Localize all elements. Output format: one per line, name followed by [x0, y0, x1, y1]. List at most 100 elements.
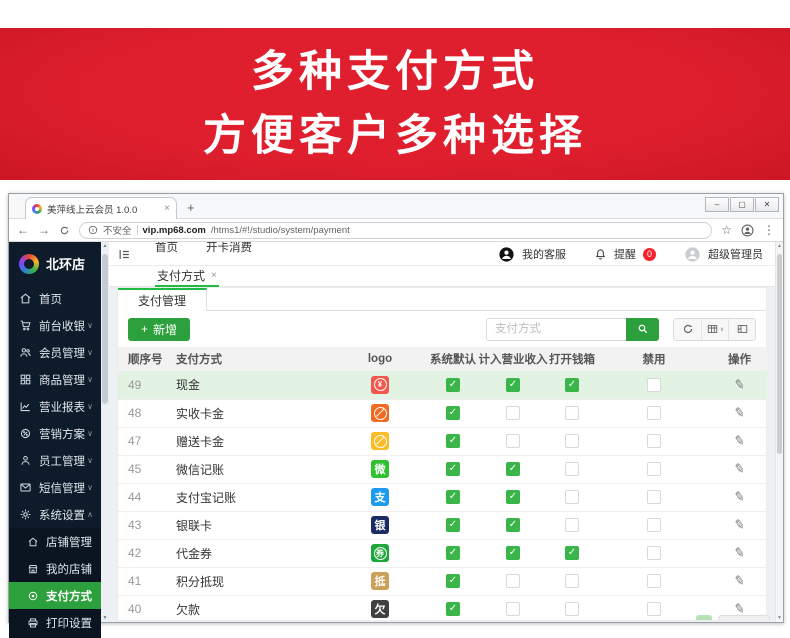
count-revenue-checkbox[interactable]: [506, 518, 520, 532]
system-default-checkbox[interactable]: [446, 574, 460, 588]
sidebar-item-2[interactable]: 会员管理∨: [9, 339, 101, 366]
count-revenue-checkbox[interactable]: [506, 546, 520, 560]
sidebar-item-1[interactable]: 前台收银∨: [9, 312, 101, 339]
search-input[interactable]: [486, 318, 626, 341]
address-bar[interactable]: 不安全 vip.mp68.com/htms1/#!/studio/system/…: [79, 222, 712, 239]
window-close-button[interactable]: ✕: [755, 197, 779, 212]
table-row[interactable]: 47赠送卡金✎: [118, 427, 767, 455]
sidebar-scroll-thumb[interactable]: [102, 254, 108, 404]
edit-icon[interactable]: ✎: [733, 404, 747, 422]
open-cashbox-checkbox[interactable]: [565, 406, 579, 420]
count-revenue-checkbox[interactable]: [506, 462, 520, 476]
open-cashbox-checkbox[interactable]: [565, 434, 579, 448]
window-maximize-button[interactable]: ▢: [730, 197, 754, 212]
count-revenue-checkbox[interactable]: [506, 406, 520, 420]
refresh-icon[interactable]: [59, 225, 70, 236]
open-cashbox-checkbox[interactable]: [565, 462, 579, 476]
sidebar-item-4[interactable]: 营业报表∨: [9, 393, 101, 420]
customer-service-icon[interactable]: [498, 246, 515, 263]
tab-close-icon[interactable]: ×: [211, 270, 217, 281]
disabled-checkbox[interactable]: [647, 518, 661, 532]
system-default-checkbox[interactable]: [446, 434, 460, 448]
header-nav-home[interactable]: 首页: [155, 242, 178, 255]
open-cashbox-checkbox[interactable]: [565, 574, 579, 588]
header-nav-open-card[interactable]: 开卡消费: [206, 242, 252, 255]
browser-tab[interactable]: 美萍线上云会员 1.0.0 ×: [25, 197, 177, 219]
table-row[interactable]: 40欠款欠✎: [118, 595, 767, 622]
count-revenue-checkbox[interactable]: [506, 490, 520, 504]
window-minimize-button[interactable]: –: [705, 197, 729, 212]
disabled-checkbox[interactable]: [647, 434, 661, 448]
content-scrollbar[interactable]: ▲ ▼: [775, 242, 783, 622]
edit-icon[interactable]: ✎: [733, 544, 747, 562]
sidebar-subitem-0[interactable]: 店铺管理: [9, 528, 101, 555]
disabled-checkbox[interactable]: [647, 574, 661, 588]
bell-icon[interactable]: [594, 248, 607, 261]
layout-toggle-icon[interactable]: [728, 319, 755, 340]
system-default-checkbox[interactable]: [446, 602, 460, 616]
system-default-checkbox[interactable]: [446, 462, 460, 476]
sidebar-item-0[interactable]: 首页: [9, 285, 101, 312]
sidebar-subitem-2[interactable]: 支付方式: [9, 582, 101, 609]
open-cashbox-checkbox[interactable]: [565, 518, 579, 532]
count-revenue-checkbox[interactable]: [506, 574, 520, 588]
edit-icon[interactable]: ✎: [733, 572, 747, 590]
sidebar-item-3[interactable]: 商品管理∨: [9, 366, 101, 393]
system-default-checkbox[interactable]: [446, 406, 460, 420]
bookmark-star-icon[interactable]: ☆: [721, 223, 732, 237]
tab-close-icon[interactable]: ×: [164, 203, 170, 214]
open-cashbox-checkbox[interactable]: [565, 490, 579, 504]
refresh-table-icon[interactable]: [674, 319, 701, 340]
edit-icon[interactable]: ✎: [733, 432, 747, 450]
edit-icon[interactable]: ✎: [733, 376, 747, 394]
admin-label[interactable]: 超级管理员: [708, 246, 763, 262]
disabled-checkbox[interactable]: [647, 490, 661, 504]
scroll-down-icon[interactable]: ▼: [101, 614, 109, 622]
system-default-checkbox[interactable]: [446, 518, 460, 532]
menu-fold-icon[interactable]: [118, 248, 131, 266]
table-row[interactable]: 44支付宝记账支✎: [118, 483, 767, 511]
table-row[interactable]: 42代金券券✎: [118, 539, 767, 567]
edit-icon[interactable]: ✎: [733, 488, 747, 506]
disabled-checkbox[interactable]: [647, 602, 661, 616]
sidebar-subitem-1[interactable]: 我的店铺: [9, 555, 101, 582]
system-default-checkbox[interactable]: [446, 378, 460, 392]
search-button[interactable]: [626, 318, 659, 341]
sidebar-item-7[interactable]: 短信管理∨: [9, 474, 101, 501]
table-row[interactable]: 41积分抵现抵✎: [118, 567, 767, 595]
disabled-checkbox[interactable]: [647, 546, 661, 560]
open-cashbox-checkbox[interactable]: [565, 378, 579, 392]
table-row[interactable]: 45微信记账微✎: [118, 455, 767, 483]
sidebar-item-6[interactable]: 员工管理∨: [9, 447, 101, 474]
open-cashbox-checkbox[interactable]: [565, 602, 579, 616]
notice-label[interactable]: 提醒: [614, 246, 636, 262]
sidebar-item-5[interactable]: 营销方案∨: [9, 420, 101, 447]
table-row[interactable]: 43银联卡银✎: [118, 511, 767, 539]
content-scroll-thumb[interactable]: [777, 254, 782, 454]
system-default-checkbox[interactable]: [446, 546, 460, 560]
browser-profile-icon[interactable]: [741, 224, 754, 237]
count-revenue-checkbox[interactable]: [506, 434, 520, 448]
sidebar-scrollbar[interactable]: ▲ ▼: [101, 242, 109, 622]
sidebar-subitem-3[interactable]: 打印设置: [9, 609, 101, 636]
new-tab-button[interactable]: +: [187, 200, 195, 215]
disabled-checkbox[interactable]: [647, 378, 661, 392]
table-row[interactable]: 48实收卡金✎: [118, 399, 767, 427]
browser-menu-icon[interactable]: ⋮: [763, 223, 775, 237]
disabled-checkbox[interactable]: [647, 406, 661, 420]
scroll-up-icon[interactable]: ▲: [776, 242, 783, 250]
count-revenue-checkbox[interactable]: [506, 602, 520, 616]
admin-avatar[interactable]: [684, 246, 701, 263]
customer-service-label[interactable]: 我的客服: [522, 246, 566, 262]
back-icon[interactable]: ←: [17, 223, 29, 237]
tab-payment-management[interactable]: 支付管理: [118, 288, 207, 311]
tab-payment-method[interactable]: 支付方式 ×: [155, 266, 219, 287]
table-row[interactable]: 49现金¥✎: [118, 371, 767, 399]
forward-icon[interactable]: →: [38, 223, 50, 237]
open-cashbox-checkbox[interactable]: [565, 546, 579, 560]
pagination-partial-next[interactable]: [718, 615, 770, 620]
add-button[interactable]: + 新增: [128, 318, 190, 341]
sidebar-item-8[interactable]: 系统设置∧: [9, 501, 101, 528]
scroll-up-icon[interactable]: ▲: [101, 242, 109, 250]
edit-icon[interactable]: ✎: [733, 516, 747, 534]
